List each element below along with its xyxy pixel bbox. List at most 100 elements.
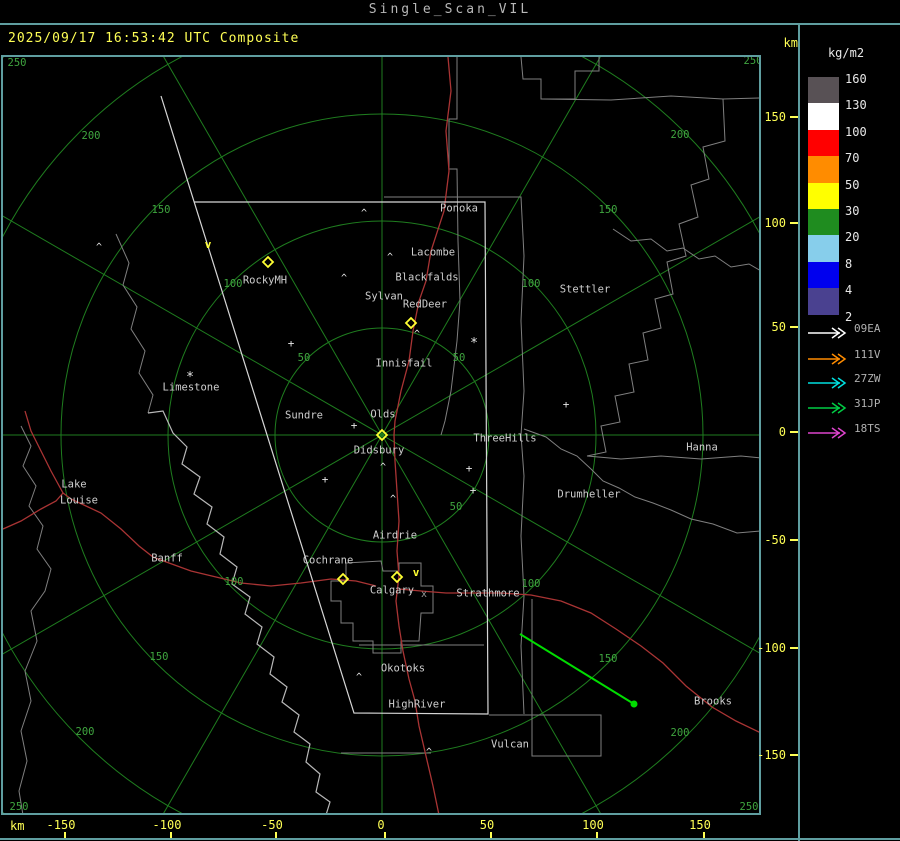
county-boundary	[18, 425, 52, 813]
radar-track-legend-row: 18TS	[806, 422, 881, 439]
town-label: Cochrane	[303, 555, 354, 567]
colorbar-threshold-label: 130	[845, 98, 867, 113]
radar-track-legend-row: 27ZW	[806, 372, 881, 389]
range-label: 250	[744, 57, 759, 67]
right-axis-tick	[790, 754, 798, 756]
bottom-axis-tick-label: 50	[479, 818, 495, 832]
town-label: Airdrie	[373, 530, 417, 542]
town-label: Hanna	[686, 442, 718, 454]
bottom-axis-tick-label: -50	[261, 818, 283, 832]
station-caret-marker: ^	[380, 462, 386, 473]
station-plus-marker: +	[466, 462, 473, 475]
colorbar-threshold-label: 20	[845, 230, 860, 245]
range-label: 150	[599, 204, 618, 216]
right-axis-tick	[790, 431, 798, 433]
radar-id-label: 27ZW	[854, 372, 881, 385]
track-arrow-icon	[808, 327, 847, 339]
town-label: Didsbury	[354, 445, 405, 457]
town-label: Lake	[61, 479, 86, 491]
town-label: Sylvan	[365, 291, 403, 303]
check-marker: v	[205, 238, 212, 251]
colorbar-swatch	[808, 209, 839, 236]
radar-track-legend-row: 09EA	[806, 322, 881, 339]
range-label: 50	[453, 352, 466, 364]
radar-site-diamond-marker	[390, 570, 404, 584]
radar-id-label: 18TS	[854, 422, 881, 435]
colorbar-threshold-label: 8	[845, 256, 853, 271]
right-axis-tick	[790, 539, 798, 541]
range-label: 250	[740, 801, 759, 813]
storm-track-endpoint	[630, 700, 638, 708]
range-label: 200	[76, 726, 95, 738]
right-axis-tick-label: 0	[778, 425, 786, 439]
radar-app-window: Single_Scan_VIL 2025/09/17 16:53:42 UTC …	[0, 0, 900, 841]
county-boundary	[612, 228, 759, 271]
town-label: Strathmore	[456, 588, 519, 600]
bottom-axis-unit-label: km	[10, 819, 25, 833]
station-plus-marker: +	[470, 484, 477, 497]
right-axis-tick-label: -100	[757, 641, 786, 655]
radar-id-label: 111V	[854, 348, 881, 361]
colorbar-threshold-label: 4	[845, 283, 853, 298]
station-plus-marker: +	[563, 398, 570, 411]
town-label: ThreeHills	[473, 433, 536, 445]
right-axis-tick-label: 150	[764, 110, 786, 124]
radar-map-canvas[interactable]: 250 200 150 100 50 50 100 150 200 250 100 150 200 250…	[3, 57, 759, 813]
bottom-axis-tick-label: 0	[377, 818, 385, 832]
station-x-marker: x	[421, 589, 427, 600]
range-label: 250	[8, 57, 27, 69]
range-label: 100	[224, 278, 243, 290]
town-label: HighRiver	[389, 699, 446, 711]
range-label: 200	[82, 130, 101, 142]
highway	[24, 410, 64, 494]
bottom-axis: km -150 -100 -50 0 50 100 150	[0, 815, 798, 838]
colorbar-threshold-label: 160	[845, 72, 867, 86]
check-marker: v	[413, 566, 420, 579]
right-axis-tick	[790, 647, 798, 649]
radar-track-legend-row: 31JP	[806, 397, 881, 414]
station-plus-marker: +	[288, 337, 295, 350]
right-axis-tick	[790, 326, 798, 328]
bottom-axis-tick-label: -100	[152, 818, 182, 832]
right-axis-unit-label: km	[783, 36, 798, 50]
colorbar-swatch	[808, 182, 839, 209]
radar-map[interactable]: 250 200 150 100 50 50 100 150 200 250 100 150 200 250…	[1, 55, 761, 815]
range-label: 100	[522, 578, 541, 590]
radar-site-diamond-marker	[261, 255, 275, 269]
station-plus-marker: +	[351, 419, 358, 432]
radar-id-label: 31JP	[854, 397, 881, 410]
town-label: Stettler	[560, 284, 611, 296]
colorbar-threshold-label: 2	[845, 309, 853, 324]
town-label: Lacombe	[411, 247, 455, 259]
colorbar-threshold-label: 100	[845, 124, 867, 139]
station-caret-marker: ^	[361, 208, 367, 219]
legend-panel: kg/m2 160 130 100 70 50 30 20 8 4 2 09EA 111V 27ZW 31…	[800, 24, 900, 841]
range-label: 50	[298, 352, 311, 364]
range-label: 200	[671, 129, 690, 141]
station-caret-marker: ^	[387, 252, 393, 263]
storm-track-line	[519, 633, 635, 705]
station-caret-marker: ^	[426, 747, 432, 758]
county-boundary	[457, 196, 525, 715]
right-axis-tick-label: -150	[757, 748, 786, 762]
bottom-divider	[0, 838, 900, 840]
colorbar-threshold-label: 50	[845, 177, 860, 192]
county-boundary	[523, 428, 759, 534]
colorbar-swatch	[808, 129, 839, 157]
town-label: Sundre	[285, 410, 323, 422]
county-boundary	[115, 233, 154, 414]
track-arrow-icon	[808, 402, 847, 414]
highway	[398, 588, 759, 733]
right-axis: 150 100 50 0 -50 -100 -150	[757, 55, 799, 815]
colorbar-swatch	[808, 103, 839, 130]
scan-sector-outline	[160, 95, 489, 715]
range-label: 150	[599, 653, 618, 665]
county-boundary	[489, 599, 602, 757]
right-axis-tick	[790, 222, 798, 224]
station-plus-marker: +	[322, 473, 329, 486]
colorbar-unit-label: kg/m2	[827, 46, 865, 60]
station-caret-marker: ^	[390, 494, 396, 505]
range-label: 100	[225, 576, 244, 588]
town-label: Calgary	[370, 585, 414, 597]
window-title: Single_Scan_VIL	[368, 2, 532, 17]
